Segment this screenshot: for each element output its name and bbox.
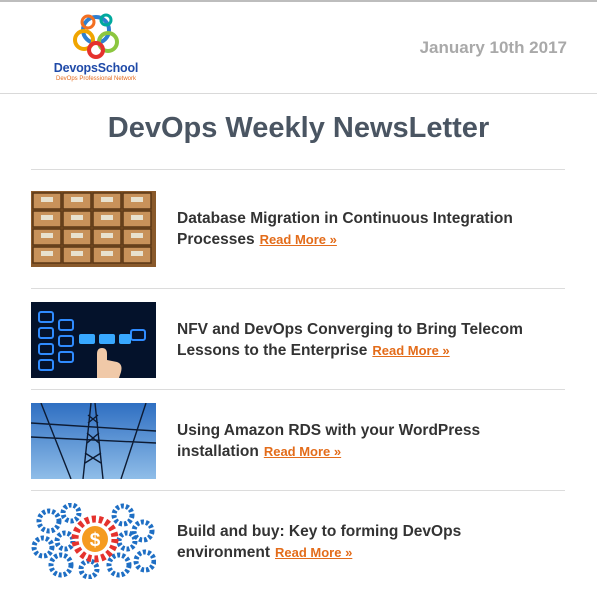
read-more-link[interactable]: Read More » — [264, 444, 341, 459]
read-more-link[interactable]: Read More » — [372, 343, 449, 358]
divider — [31, 288, 565, 289]
logo-gears-icon — [73, 13, 119, 59]
newsletter-header: DevopsSchool DevOps Professional Network… — [0, 2, 597, 92]
logo-tagline: DevOps Professional Network — [55, 76, 137, 82]
card-catalog-icon — [31, 191, 156, 267]
gears-thumbnail[interactable]: $ — [31, 503, 156, 579]
divider — [31, 389, 565, 390]
newsletter-title: DevOps Weekly NewsLetter — [107, 112, 490, 144]
article-text: Database Migration in Continuous Integra… — [177, 208, 562, 250]
article-text: NFV and DevOps Converging to Bring Telec… — [177, 319, 562, 361]
article-text: Using Amazon RDS with your WordPress ins… — [177, 420, 562, 462]
logo-name: DevopsSchool — [53, 61, 139, 75]
article-title[interactable]: Database Migration in Continuous Integra… — [177, 210, 513, 248]
article-item: NFV and DevOps Converging to Bring Telec… — [31, 302, 565, 378]
article-item: $ Build and buy: Key to forming DevOps e… — [31, 503, 565, 579]
article-item: Database Migration in Continuous Integra… — [31, 191, 565, 267]
touchscreen-thumbnail[interactable] — [31, 302, 156, 378]
power-pylon-icon — [31, 403, 156, 479]
header-divider — [0, 93, 597, 94]
read-more-link[interactable]: Read More » — [260, 232, 337, 247]
divider — [31, 169, 565, 170]
pylon-thumbnail[interactable] — [31, 403, 156, 479]
divider — [31, 490, 565, 491]
card-catalog-thumbnail[interactable] — [31, 191, 156, 267]
article-item: Using Amazon RDS with your WordPress ins… — [31, 403, 565, 479]
article-text: Build and buy: Key to forming DevOps env… — [177, 521, 562, 563]
gears-dollar-icon: $ — [31, 503, 156, 579]
touchscreen-finger-icon — [31, 302, 156, 378]
newsletter-date: January 10th 2017 — [419, 38, 567, 57]
article-title[interactable]: NFV and DevOps Converging to Bring Telec… — [177, 321, 523, 359]
read-more-link[interactable]: Read More » — [275, 545, 352, 560]
devopsschool-logo[interactable]: DevopsSchool DevOps Professional Network — [36, 10, 156, 86]
svg-text:$: $ — [90, 530, 101, 551]
